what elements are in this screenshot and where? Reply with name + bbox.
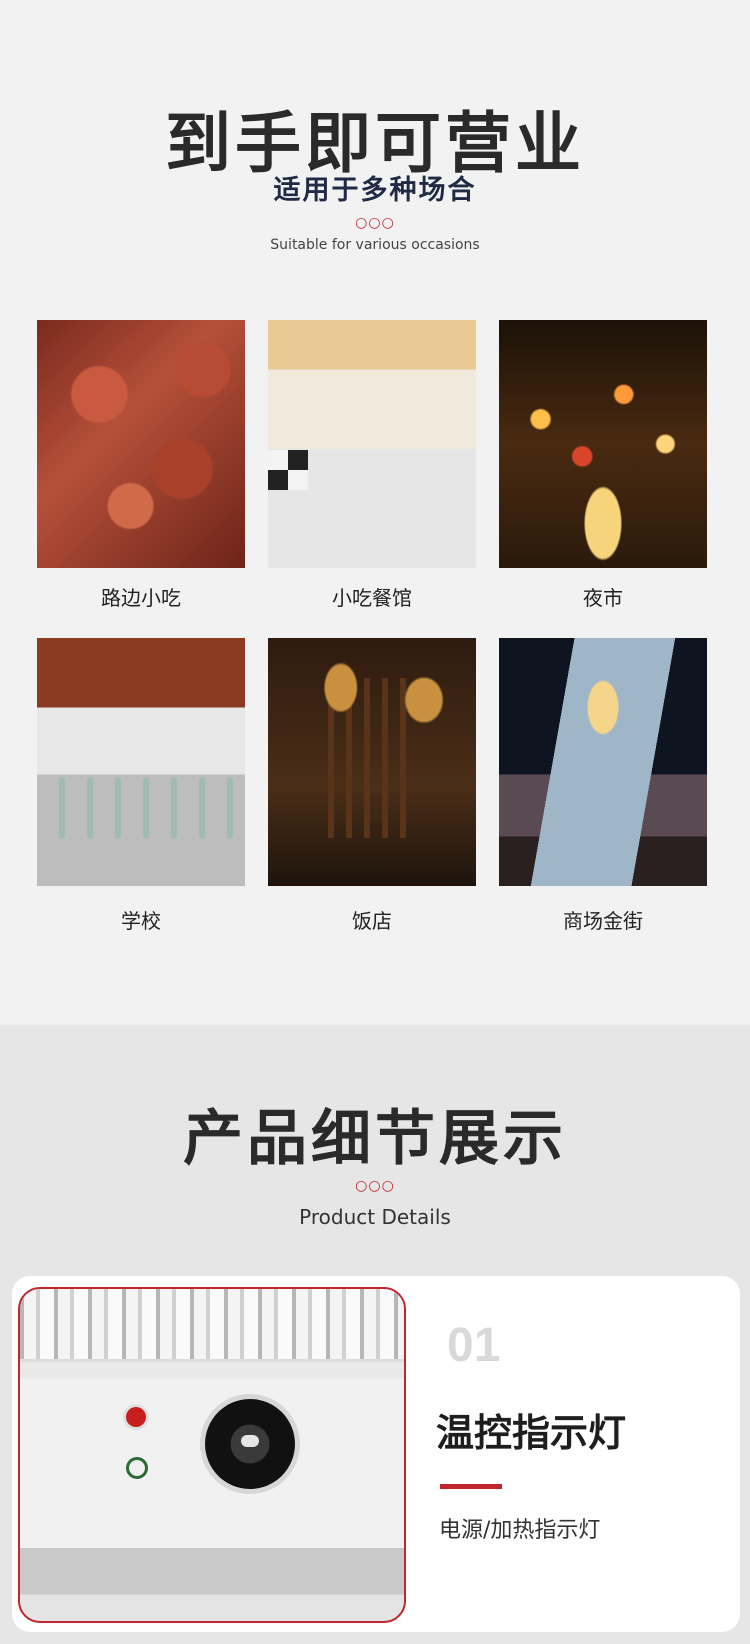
details-english: Product Details [299, 1205, 451, 1229]
snack-restaurant-photo [268, 320, 476, 568]
occasion-label: 路边小吃 [101, 586, 181, 610]
accent-bar [440, 1484, 502, 1489]
restaurant-photo [268, 638, 476, 886]
occasion-label: 小吃餐馆 [332, 586, 412, 610]
grill-rack [20, 1289, 404, 1359]
occasions-english: Suitable for various occasions [270, 237, 480, 253]
details-title: 产品细节展示 [183, 1104, 567, 1174]
temperature-knob [205, 1399, 295, 1489]
occasion-label: 商场金街 [563, 909, 643, 933]
power-indicator-lamp [126, 1407, 146, 1427]
occasions-subtitle: 适用于多种场合 [273, 175, 477, 206]
mall-street-photo [499, 638, 707, 886]
decorative-dots: ○○○ [355, 215, 395, 231]
feature-number: 01 [447, 1319, 501, 1372]
feature-name: 温控指示灯 [436, 1411, 627, 1455]
night-market-photo [499, 320, 707, 568]
occasion-label: 学校 [121, 909, 161, 933]
heating-indicator-lamp [126, 1457, 148, 1479]
feature-description: 电源/加热指示灯 [439, 1518, 601, 1543]
occasion-label: 夜市 [583, 586, 623, 610]
school-photo [37, 638, 245, 886]
decorative-dots: ○○○ [355, 1178, 395, 1194]
street-food-photo [37, 320, 245, 568]
occasion-label: 饭店 [352, 909, 392, 933]
indicator-light-photo [18, 1287, 406, 1623]
